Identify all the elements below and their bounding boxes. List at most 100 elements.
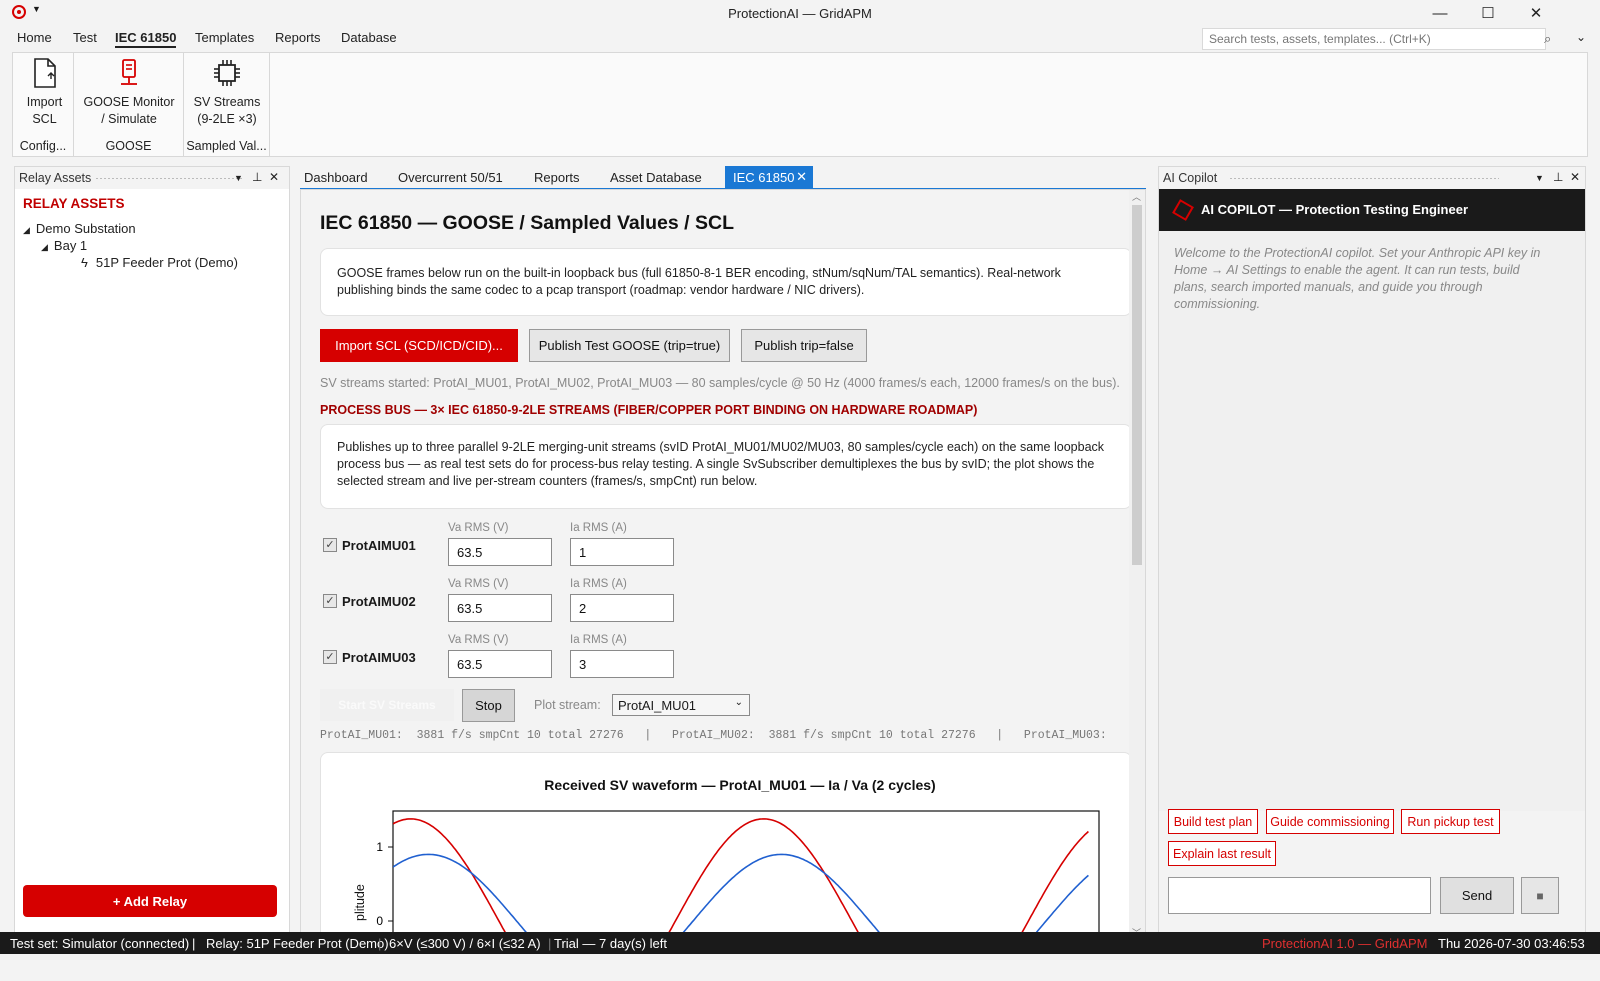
plot-stream-value: ProtAI_MU01	[618, 698, 697, 713]
publish-goose-true-button[interactable]: Publish Test GOOSE (trip=true)	[529, 329, 730, 362]
scrollbar-thumb[interactable]	[1132, 205, 1142, 565]
search-input[interactable]: Search tests, assets, templates... (Ctrl…	[1202, 28, 1546, 50]
plot-stream-label: Plot stream:	[534, 698, 601, 712]
relay-assets-panel-header: Relay Assets ▼ ⊥ ✕	[15, 167, 289, 189]
goose-info-text: GOOSE frames below run on the built-in l…	[337, 266, 1061, 297]
ribbon-group-goose: GOOSE Monitor / Simulate GOOSE	[74, 53, 184, 156]
copilot-title: AI COPILOT — Protection Testing Engineer	[1201, 202, 1469, 217]
goose-monitor-label-2: / Simulate	[101, 112, 157, 126]
stream3-ia-label: Ia RMS (A)	[570, 634, 627, 646]
relay-assets-title: RELAY ASSETS	[23, 196, 125, 211]
stream2-ia-input[interactable]: 2	[570, 594, 674, 622]
stream2-checkbox[interactable]: ✓	[323, 594, 337, 608]
tree-label-bay: Bay 1	[53, 238, 88, 253]
sv-streams-button[interactable]: SV Streams (9-2LE ×3)	[186, 57, 268, 128]
ai-copilot-header-label: AI Copilot	[1163, 171, 1218, 185]
window-title: ProtectionAI — GridAPM	[728, 6, 872, 21]
menu-database[interactable]: Database	[341, 30, 397, 45]
chart-card: Received SV waveform — ProtAI_MU01 — Ia …	[320, 752, 1132, 941]
stop-generation-button[interactable]: ■	[1521, 877, 1559, 914]
status-relay: Relay: 51P Feeder Prot (Demo)	[206, 936, 389, 951]
page-title: IEC 61850 — GOOSE / Sampled Values / SCL	[320, 212, 734, 234]
run-pickup-test-chip[interactable]: Run pickup test	[1401, 809, 1500, 834]
y-axis-label: plitude	[353, 884, 367, 921]
tree-label-relay: 51P Feeder Prot (Demo)	[95, 255, 238, 270]
tree-node-relay[interactable]: ϟ 51P Feeder Prot (Demo)	[81, 255, 238, 270]
tab-iec61850-label: IEC 61850	[733, 170, 795, 185]
minimize-button[interactable]: —	[1416, 0, 1464, 26]
panel-dropdown-icon[interactable]: ▼	[1535, 173, 1544, 183]
lightning-icon: ϟ	[81, 255, 88, 270]
import-scl-button[interactable]: Import SCL	[17, 57, 72, 128]
build-test-plan-chip[interactable]: Build test plan	[1168, 809, 1258, 834]
start-sv-streams-button[interactable]: Start SV Streams	[320, 689, 454, 721]
panel-close-icon[interactable]: ✕	[1570, 170, 1580, 184]
explain-last-result-chip[interactable]: Explain last result	[1168, 841, 1276, 866]
ribbon-group-sv: SV Streams (9-2LE ×3) Sampled Val...	[184, 53, 270, 156]
sv-waveform-chart: Received SV waveform — ProtAI_MU01 — Ia …	[353, 777, 1100, 941]
stream1-ia-input[interactable]: 1	[570, 538, 674, 566]
tab-reports[interactable]: Reports	[526, 166, 588, 188]
goose-info-box: GOOSE frames below run on the built-in l…	[320, 248, 1132, 316]
ribbon-group-label-sv: Sampled Val...	[186, 139, 267, 153]
goose-monitor-label-1: GOOSE Monitor	[83, 95, 175, 109]
maximize-button[interactable]: ☐	[1464, 0, 1512, 26]
copilot-title-bar: AI COPILOT — Protection Testing Engineer	[1159, 189, 1585, 231]
stream2-ia-label: Ia RMS (A)	[570, 578, 627, 590]
ribbon-group-config: Import SCL Config...	[13, 53, 74, 156]
process-bus-info-box: Publishes up to three parallel 9-2LE mer…	[320, 424, 1132, 509]
chip-icon	[214, 60, 240, 86]
pin-icon[interactable]: ⊥	[252, 170, 262, 184]
stream2-va-label: Va RMS (V)	[448, 578, 509, 590]
ribbon-collapse-chevron-icon[interactable]: ⌄	[1576, 30, 1586, 44]
stream1-checkbox[interactable]: ✓	[323, 538, 337, 552]
goose-monitor-button[interactable]: GOOSE Monitor / Simulate	[78, 57, 180, 128]
tree-label-substation: Demo Substation	[35, 221, 136, 236]
menu-home[interactable]: Home	[17, 30, 52, 45]
ribbon: Import SCL Config... GOOSE Monitor / Sim…	[12, 52, 1588, 157]
import-scl-action-button[interactable]: Import SCL (SCD/ICD/CID)...	[320, 329, 518, 362]
ribbon-group-label-config: Config...	[19, 139, 67, 153]
copilot-welcome-text: Welcome to the ProtectionAI copilot. Set…	[1174, 246, 1541, 311]
iec61850-content: IEC 61850 — GOOSE / Sampled Values / SCL…	[300, 189, 1146, 942]
status-testset: Test set: Simulator (connected)	[10, 936, 190, 951]
relay-assets-header-label: Relay Assets	[19, 171, 92, 185]
add-relay-button[interactable]: + Add Relay	[23, 885, 277, 917]
scroll-up-icon[interactable]: ︿	[1132, 190, 1141, 203]
sv-status-text: SV streams started: ProtAI_MU01, ProtAI_…	[320, 376, 1120, 390]
plot-stream-select[interactable]: ProtAI_MU01 ⌄	[612, 694, 750, 716]
tab-overcurrent[interactable]: Overcurrent 50/51	[390, 166, 511, 188]
menu-iec61850[interactable]: IEC 61850	[115, 30, 177, 48]
panel-dropdown-icon[interactable]: ▼	[234, 173, 243, 183]
app-window: ▼ ProtectionAI — GridAPM — ☐ ✕ Home Test…	[0, 0, 1600, 981]
tree-node-substation[interactable]: ◢ Demo Substation	[23, 221, 136, 236]
stream3-ia-input[interactable]: 3	[570, 650, 674, 678]
tab-asset-database[interactable]: Asset Database	[602, 166, 710, 188]
guide-commissioning-chip[interactable]: Guide commissioning	[1266, 809, 1394, 834]
menu-test[interactable]: Test	[73, 30, 97, 45]
menu-templates[interactable]: Templates	[195, 30, 254, 45]
copilot-message-input[interactable]	[1168, 877, 1431, 914]
main-scrollbar[interactable]: ︿ ﹀	[1129, 190, 1145, 941]
tree-expand-icon[interactable]: ◢	[41, 242, 48, 252]
pin-icon[interactable]: ⊥	[1553, 170, 1563, 184]
close-window-button[interactable]: ✕	[1512, 0, 1560, 26]
menu-reports[interactable]: Reports	[275, 30, 321, 45]
status-clock: Thu 2026-07-30 03:46:53	[1438, 936, 1585, 951]
search-icon[interactable]: ⌕	[1544, 31, 1551, 47]
stream2-va-input[interactable]: 63.5	[448, 594, 552, 622]
tab-iec61850[interactable]: IEC 61850 ✕	[725, 166, 813, 188]
stream3-va-input[interactable]: 63.5	[448, 650, 552, 678]
tab-close-icon[interactable]: ✕	[796, 169, 807, 185]
tree-expand-icon[interactable]: ◢	[23, 225, 30, 235]
tree-node-bay[interactable]: ◢ Bay 1	[41, 238, 87, 253]
stream1-ia-label: Ia RMS (A)	[570, 522, 627, 534]
status-brand: ProtectionAI 1.0 — GridAPM	[1262, 936, 1428, 951]
stop-button[interactable]: Stop	[462, 689, 515, 722]
stream3-checkbox[interactable]: ✓	[323, 650, 337, 664]
stream1-va-input[interactable]: 63.5	[448, 538, 552, 566]
publish-goose-false-button[interactable]: Publish trip=false	[741, 329, 867, 362]
tab-dashboard[interactable]: Dashboard	[296, 166, 376, 188]
panel-close-icon[interactable]: ✕	[269, 170, 279, 184]
send-button[interactable]: Send	[1440, 877, 1514, 914]
